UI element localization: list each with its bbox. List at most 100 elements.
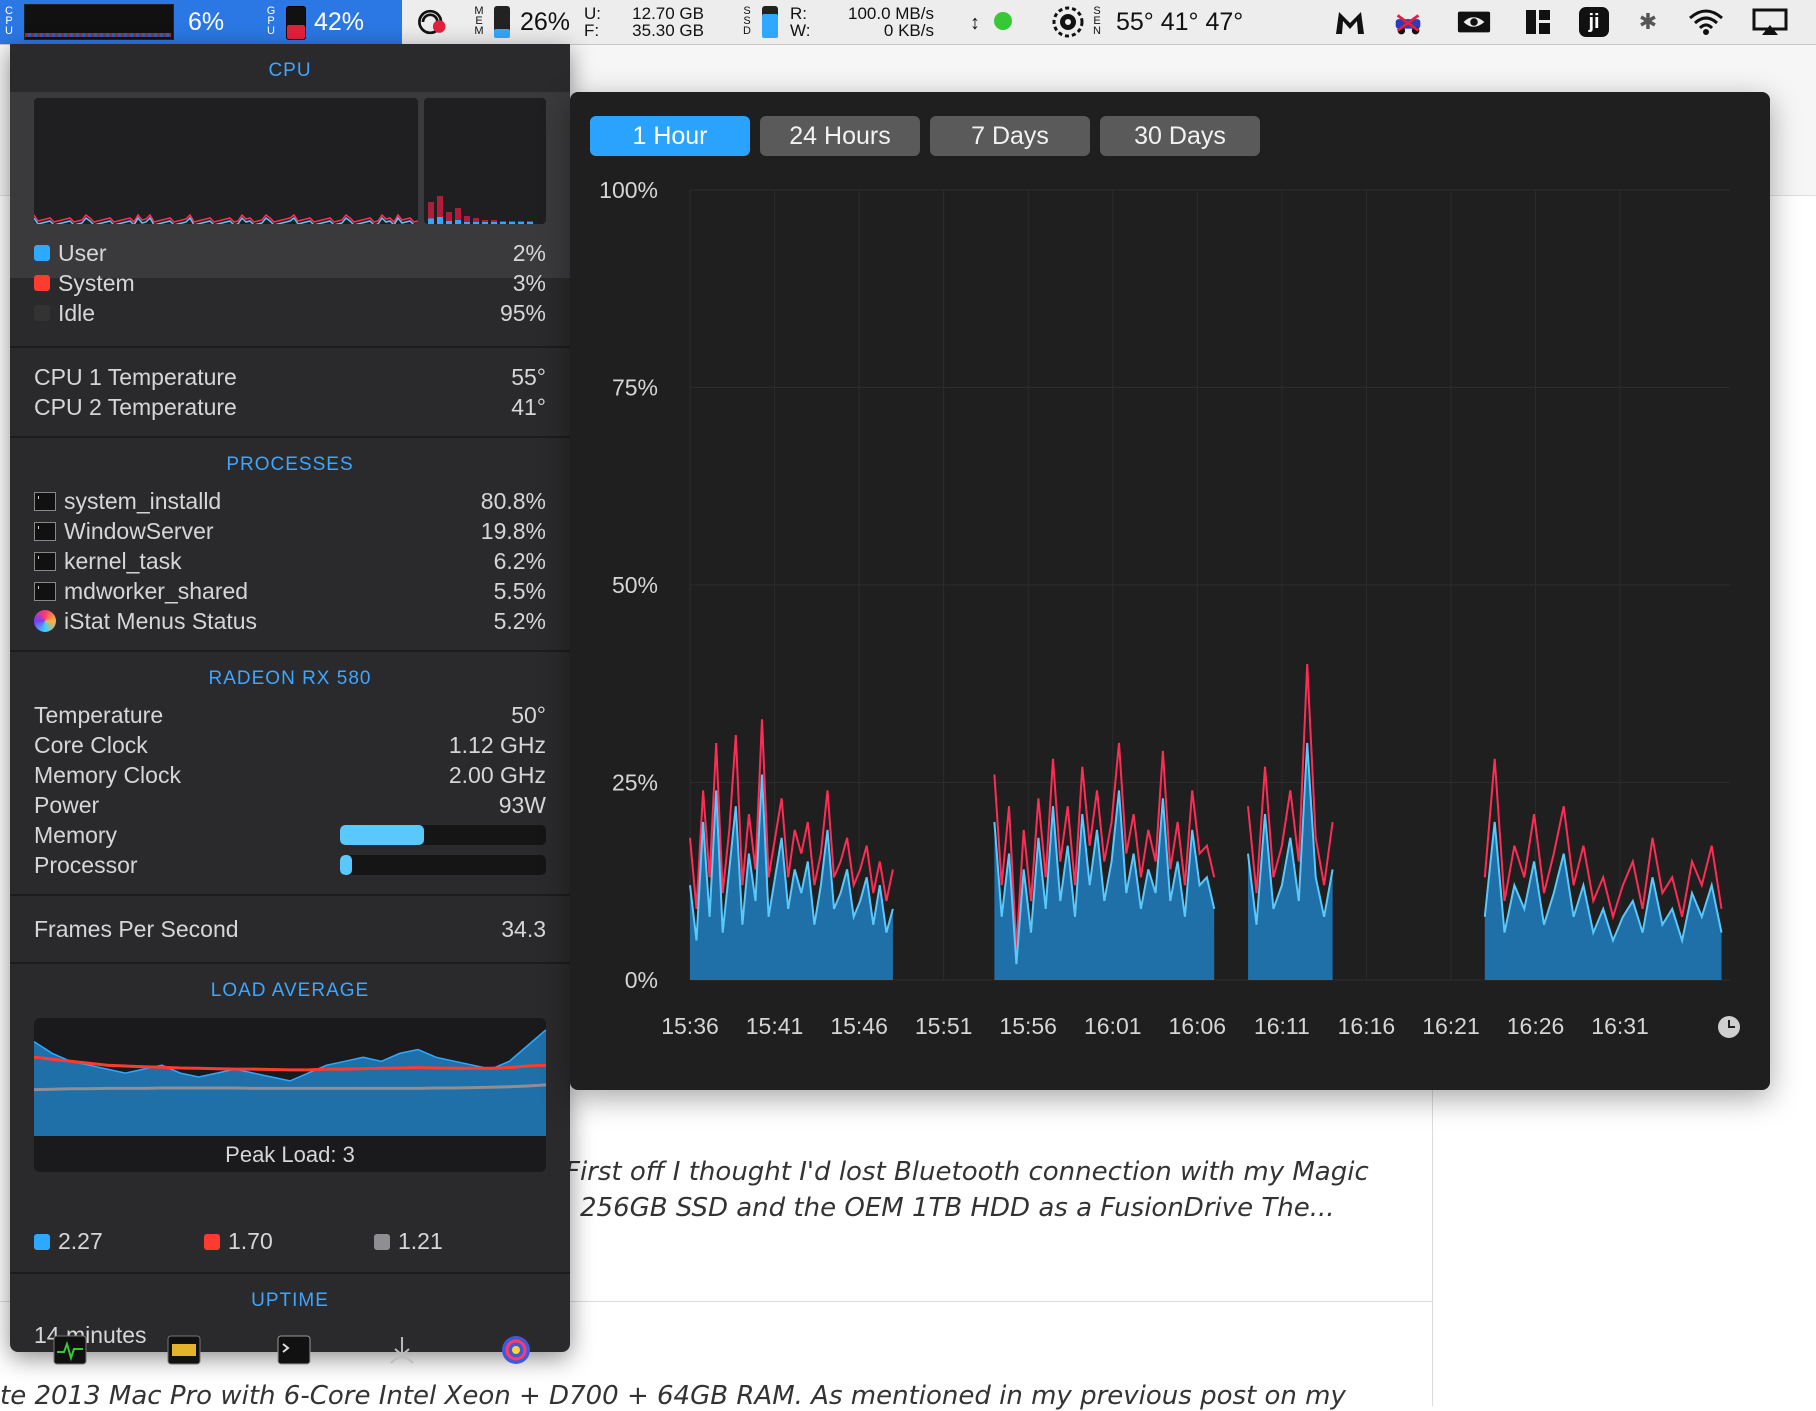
fps-label: Frames Per Second (34, 915, 239, 942)
cpu-core-bar-user (527, 222, 533, 224)
x-tick-label: 16:26 (1507, 1013, 1565, 1039)
gpu-stat-row: Memory Clock 2.00 GHz (34, 760, 546, 790)
gpu-stat-value: 50° (511, 701, 546, 728)
clock-icon[interactable] (1718, 1016, 1740, 1038)
cpu-usage-value: 3% (512, 269, 546, 296)
gpu-stat-label: Core Clock (34, 731, 148, 758)
terminal-process-icon (34, 521, 56, 541)
gpu-stat-label: Temperature (34, 701, 164, 728)
gpu-memory-bar-fill (340, 825, 425, 845)
wifi-icon[interactable] (1688, 5, 1724, 39)
cpu-history-chart: 100% 75% 50% 25% 0%15:36 15:41 15:46 15:51 15:56… (599, 177, 1730, 1039)
cpu-history-graph (34, 98, 418, 224)
divider (10, 894, 570, 896)
process-row[interactable]: system_installd 80.8% (34, 486, 546, 516)
bluetooth-icon[interactable]: ✱ (1630, 5, 1666, 39)
menu-bar: CPU 6% GPU 42% MEM 26% U: F: 12.70 GB 35… (0, 0, 1816, 45)
mem-free-value: 35.30 GB (632, 21, 704, 40)
cpu-core-bar-user (455, 220, 461, 224)
gpu-stat-label: Power (34, 791, 100, 818)
article-snippet-line-3: te 2013 Mac Pro with 6-Core Intel Xeon +… (0, 1381, 1346, 1411)
load-5min-swatch (204, 1233, 220, 1250)
console-icon[interactable] (166, 1334, 202, 1366)
sensors-temps[interactable]: 55° 41° 47° (1116, 8, 1243, 37)
network-status-icon[interactable]: ↕ (970, 12, 980, 35)
cpu-core-bar-user (446, 221, 452, 224)
gpu-section-title: RADEON RX 580 (208, 668, 372, 689)
cpu-menubar-graph[interactable] (24, 4, 174, 40)
process-row[interactable]: mdworker_shared 5.5% (34, 576, 546, 606)
system-swatch (34, 275, 50, 291)
cpu-usage-user: User 2% (34, 238, 546, 268)
process-value: 5.2% (493, 607, 546, 634)
article-snippet-line-1: First off I thought I'd lost Bluetooth c… (565, 1157, 1369, 1187)
article-snippet-line-2: 256GB SSD and the OEM 1TB HDD as a Fusio… (580, 1193, 1335, 1223)
gpu-processor-bar-fill (340, 855, 353, 875)
mem-menu-percent[interactable]: 26% (520, 8, 570, 37)
nvidia-icon[interactable] (1456, 5, 1492, 39)
istat-icon[interactable] (414, 5, 450, 39)
cpu-core-bar-user (464, 222, 470, 224)
fan-icon[interactable] (1050, 5, 1086, 39)
ssd-menubar-gauge[interactable] (762, 6, 778, 38)
sensors-menu-label: SEN (1093, 5, 1101, 37)
cpu-menu-percent[interactable]: 6% (188, 8, 224, 37)
processes-section-title: PROCESSES (226, 454, 354, 475)
grid-icon[interactable] (1520, 5, 1556, 39)
cpu-usage-value: 2% (512, 239, 546, 266)
usb-icon[interactable] (384, 1334, 420, 1366)
process-row[interactable]: WindowServer 19.8% (34, 516, 546, 546)
cpu-section-title: CPU (268, 60, 312, 81)
gpu-processor-row: Processor (34, 850, 546, 880)
load-average-section-title: LOAD AVERAGE (210, 980, 370, 1001)
gpu-menu-percent[interactable]: 42% (314, 8, 364, 37)
mem-free-label: F: (584, 21, 600, 40)
airplay-icon[interactable] (1752, 5, 1788, 39)
cpu-core-graph (424, 98, 546, 224)
malwarebytes-icon[interactable] (1332, 5, 1368, 39)
y-tick-label: 100% (599, 177, 658, 203)
divider (10, 650, 570, 652)
fps-row: Frames Per Second 34.3 (34, 914, 546, 944)
cpu-usage-label: User (58, 239, 107, 266)
gpu-stat-value: 2.00 GHz (448, 761, 546, 788)
x-tick-label: 15:46 (830, 1013, 888, 1039)
gpu-bar-label: Processor (34, 851, 138, 878)
y-tick-label: 25% (612, 770, 658, 796)
istat-dropdown-panel: CPU User 2% System 3% Idle 95% CPU 1 Tem… (10, 44, 570, 1365)
x-tick-label: 16:01 (1084, 1013, 1142, 1039)
gpu-menubar-gauge[interactable] (286, 6, 306, 40)
load-average-legend: 2.27 1.70 1.21 (34, 1228, 546, 1256)
menubar-highlight: CPU 6% GPU 42% (0, 0, 402, 44)
istat-icon[interactable] (498, 1334, 534, 1366)
load-1min-area (34, 1029, 546, 1136)
terminal-process-icon (34, 581, 56, 601)
gpu-menu-label: GPU (266, 5, 276, 37)
cpu-temp-label: CPU 1 Temperature (34, 363, 237, 390)
load-average-graph: Peak Load: 3 (34, 1018, 546, 1172)
mem-used-label: U: (584, 4, 601, 23)
ssd-menu-label: SSD (743, 5, 751, 37)
cpu-menu-label: CPU (5, 5, 13, 37)
cpu-core-bar-user (491, 222, 497, 224)
cpu-core-bar-user (437, 217, 443, 224)
activity-monitor-icon[interactable] (52, 1334, 88, 1366)
istat-process-icon (34, 610, 56, 632)
car-icon[interactable] (1390, 5, 1426, 39)
status-dot-icon (994, 12, 1012, 30)
peak-load-label: Peak Load: 3 (225, 1142, 355, 1167)
mem-menubar-gauge[interactable] (494, 6, 510, 38)
idle-swatch (34, 305, 50, 321)
process-row[interactable]: kernel_task 6.2% (34, 546, 546, 576)
process-value: 80.8% (480, 487, 546, 514)
gpu-stat-row: Core Clock 1.12 GHz (34, 730, 546, 760)
terminal-icon[interactable] (276, 1334, 312, 1366)
process-row[interactable]: iStat Menus Status 5.2% (34, 606, 546, 636)
gpu-stat-row: Temperature 50° (34, 700, 546, 730)
ssd-read-label: R: (790, 4, 807, 23)
process-name: iStat Menus Status (64, 607, 258, 634)
ji-icon[interactable]: ji (1576, 5, 1612, 39)
gpu-stat-value: 1.12 GHz (448, 731, 546, 758)
cpu-temp-row: CPU 2 Temperature 41° (34, 392, 546, 422)
terminal-process-icon (34, 551, 56, 571)
